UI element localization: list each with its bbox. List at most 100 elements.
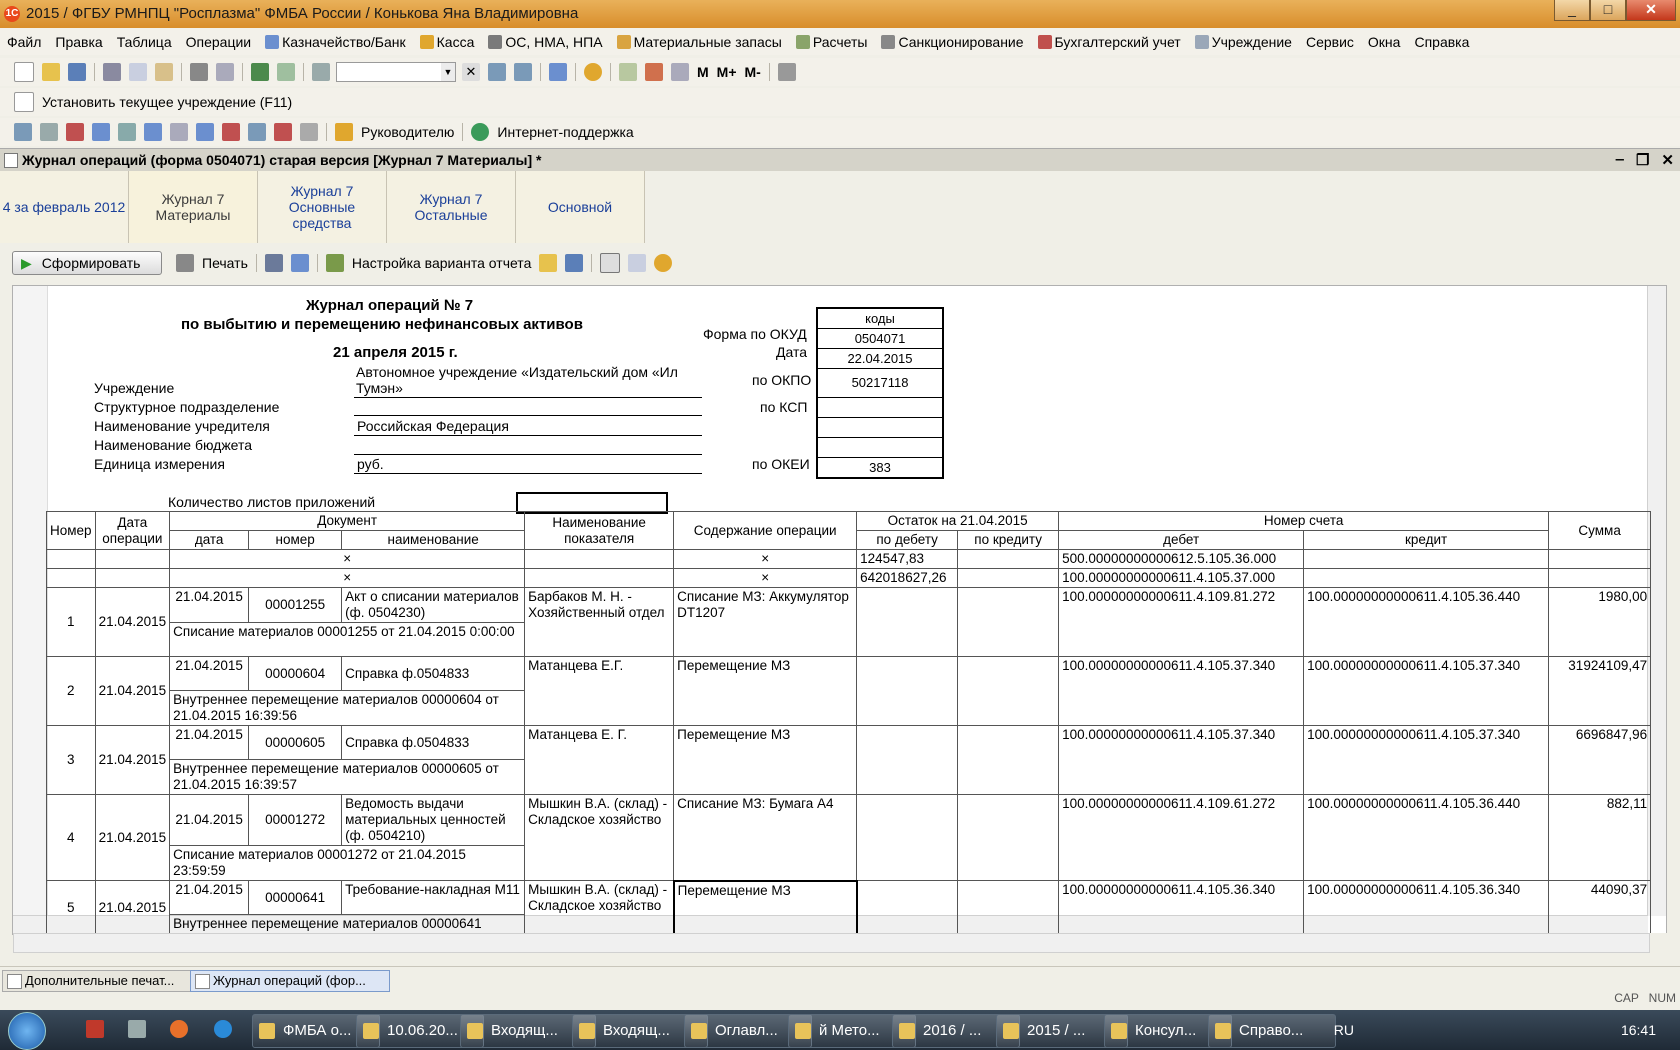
list-icon[interactable] xyxy=(628,254,647,272)
open-folder-icon[interactable] xyxy=(539,254,558,272)
report-icon[interactable] xyxy=(196,123,214,141)
clock[interactable]: 16:41 xyxy=(1621,1022,1656,1038)
print-preview-icon[interactable] xyxy=(216,63,234,81)
find-next-icon[interactable] xyxy=(488,63,506,81)
menu-service[interactable]: Сервис xyxy=(1299,34,1361,50)
table-view-icon[interactable] xyxy=(264,254,283,272)
set-institution-button[interactable]: Установить текущее учреждение (F11) xyxy=(42,94,292,110)
menu-materials[interactable]: Материальные запасы xyxy=(610,34,789,50)
report-icon[interactable] xyxy=(144,123,162,141)
table-row[interactable]: 2 21.04.2015 21.04.2015 00000604 Справка… xyxy=(46,656,1652,726)
firefox-icon[interactable] xyxy=(170,1020,188,1038)
clipboard-icon[interactable] xyxy=(671,63,689,81)
info-icon[interactable] xyxy=(584,63,602,81)
language-indicator[interactable]: RU xyxy=(1334,1022,1354,1038)
clear-search-icon[interactable]: ✕ xyxy=(462,63,480,81)
menu-file[interactable]: Файл xyxy=(0,34,48,50)
report-icon[interactable] xyxy=(14,123,32,141)
report-icon[interactable] xyxy=(118,123,136,141)
windows-icon[interactable] xyxy=(549,63,567,81)
new-document-icon[interactable] xyxy=(14,62,34,82)
paste-icon[interactable] xyxy=(155,63,173,81)
tab-journal7-fixed-assets[interactable]: Журнал 7 Основные средства xyxy=(258,171,387,243)
calendar-icon[interactable] xyxy=(645,63,663,81)
budget-label: Наименование бюджета xyxy=(94,437,253,453)
calculator-icon[interactable] xyxy=(619,63,637,81)
founder-label: Наименование учредителя xyxy=(94,418,270,434)
row-content[interactable]: Перемещение МЗ xyxy=(672,879,858,936)
cut-icon[interactable] xyxy=(103,63,121,81)
child-restore-icon[interactable]: ❐ xyxy=(1636,151,1649,169)
save-icon[interactable] xyxy=(565,254,584,272)
memory-minus-button[interactable]: M- xyxy=(745,64,761,80)
maximize-button[interactable]: □ xyxy=(1590,0,1626,21)
window-tab-journal[interactable]: Журнал операций (фор... xyxy=(190,970,390,992)
table-row[interactable]: 3 21.04.2015 21.04.2015 00000605 Справка… xyxy=(46,725,1652,795)
report-icon[interactable] xyxy=(40,123,58,141)
minimize-button[interactable]: _ xyxy=(1554,0,1590,21)
open-folder-icon[interactable] xyxy=(42,63,60,81)
ie-icon[interactable] xyxy=(214,1020,232,1038)
report-icon[interactable] xyxy=(66,123,84,141)
find-prev-icon[interactable] xyxy=(514,63,532,81)
menu-operations[interactable]: Операции xyxy=(179,34,259,50)
menu-cash[interactable]: Касса xyxy=(413,34,482,50)
child-close-icon[interactable]: ✕ xyxy=(1661,151,1674,169)
generate-button[interactable]: ▶ Сформировать xyxy=(12,251,162,275)
menu-accounting[interactable]: Бухгалтерский учет xyxy=(1031,34,1188,50)
child-minimize-icon[interactable]: ‒ xyxy=(1616,151,1624,169)
menu-settlements[interactable]: Расчеты xyxy=(789,34,875,50)
search-icon[interactable] xyxy=(312,63,330,81)
print-button[interactable]: Печать xyxy=(202,255,248,271)
tools-icon[interactable] xyxy=(777,63,796,81)
print-icon[interactable] xyxy=(190,63,208,81)
memory-m-button[interactable]: M xyxy=(697,64,709,80)
row-indicator: Барбаков М. Н. - Хозяйственный отдел xyxy=(524,587,675,657)
report-icon[interactable] xyxy=(300,123,318,141)
memory-plus-button[interactable]: M+ xyxy=(717,64,737,80)
start-button[interactable] xyxy=(8,1012,46,1050)
menu-institution[interactable]: Учреждение xyxy=(1188,34,1299,50)
tab-journal7-other[interactable]: Журнал 7 Остальные xyxy=(387,171,516,243)
report-icon[interactable] xyxy=(274,123,292,141)
report-icon[interactable] xyxy=(222,123,240,141)
report-icon[interactable] xyxy=(248,123,266,141)
pinned-app-icon[interactable] xyxy=(86,1020,104,1038)
report-icon[interactable] xyxy=(92,123,110,141)
table-row[interactable]: 4 21.04.2015 21.04.2015 00001272 Ведомос… xyxy=(46,794,1652,881)
report-settings-button[interactable]: Настройка варианта отчета xyxy=(352,255,531,271)
tab-feb-2012[interactable]: 4 за февраль 2012 xyxy=(0,171,129,243)
save-icon[interactable] xyxy=(68,63,86,81)
box-icon xyxy=(616,34,631,49)
menu-assets[interactable]: ОС, НМА, НПА xyxy=(481,34,609,50)
standard-toolbar: ▼ ✕ M M+ M- xyxy=(0,58,1680,86)
copy-icon[interactable] xyxy=(129,63,147,81)
close-button[interactable]: ✕ xyxy=(1626,0,1676,21)
report-icon[interactable] xyxy=(170,123,188,141)
pinned-app-icon[interactable] xyxy=(128,1020,146,1038)
tab-main[interactable]: Основной xyxy=(516,171,645,243)
help-icon[interactable] xyxy=(654,254,673,272)
menu-sanction[interactable]: Санкционирование xyxy=(874,34,1030,50)
menu-help[interactable]: Справка xyxy=(1407,34,1476,50)
table-row[interactable]: 1 21.04.2015 21.04.2015 00001255 Акт о с… xyxy=(46,587,1652,657)
table-row[interactable]: 5 21.04.2015 21.04.2015 00000641 Требова… xyxy=(46,879,1652,936)
chevron-down-icon[interactable]: ▼ xyxy=(441,63,455,81)
search-input[interactable]: ▼ xyxy=(336,62,456,82)
undo-icon[interactable] xyxy=(251,63,269,81)
taskbar-item[interactable]: Справо... xyxy=(1208,1014,1336,1048)
menu-treasury[interactable]: Казначейство/Банк xyxy=(258,34,413,50)
redo-icon[interactable] xyxy=(277,63,295,81)
menu-edit[interactable]: Правка xyxy=(48,34,109,50)
horizontal-scrollbar[interactable] xyxy=(13,933,1650,953)
grid-icon[interactable] xyxy=(600,253,621,273)
menu-windows[interactable]: Окна xyxy=(1361,34,1408,50)
tab-journal7-materials[interactable]: Журнал 7 Материалы xyxy=(129,171,258,243)
subdivision-label: Структурное подразделение xyxy=(94,399,280,415)
internet-support-button[interactable]: Интернет-поддержка xyxy=(497,124,633,140)
manager-button[interactable]: Руководителю xyxy=(361,124,454,140)
menu-table[interactable]: Таблица xyxy=(110,34,179,50)
print-icon[interactable] xyxy=(176,254,194,272)
font-icon[interactable] xyxy=(290,254,309,272)
window-tab-additional[interactable]: Дополнительные печат... xyxy=(2,970,194,992)
